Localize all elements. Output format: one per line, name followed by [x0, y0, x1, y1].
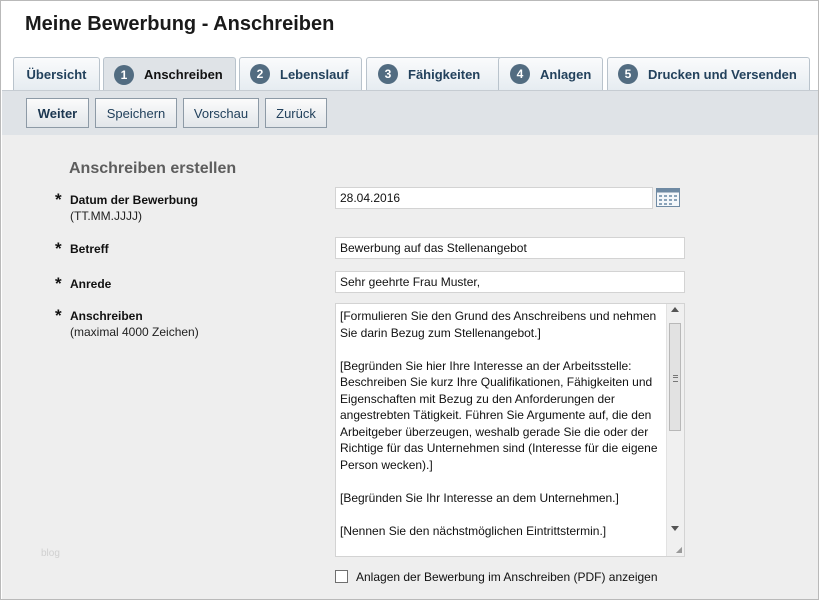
required-marker: * [55, 190, 62, 209]
next-button[interactable]: Weiter [26, 98, 89, 128]
date-label: Datum der Bewerbung [70, 193, 199, 207]
tab-label: Anlagen [540, 66, 592, 82]
tab-lebenslauf[interactable]: 2 Lebenslauf [239, 57, 362, 90]
step-number-badge: 5 [618, 64, 638, 84]
step-number-badge: 2 [250, 64, 270, 84]
tab-label: Drucken und Versenden [648, 66, 797, 82]
scroll-up-arrow-icon[interactable] [671, 307, 679, 312]
required-marker: * [55, 239, 62, 258]
app-window: Meine Bewerbung - Anschreiben Übersicht … [0, 0, 819, 600]
save-button[interactable]: Speichern [95, 98, 177, 128]
letter-length-hint: (maximal 4000 Zeichen) [70, 325, 199, 339]
watermark: blog [41, 548, 60, 559]
tab-label: Übersicht [26, 66, 87, 82]
tab-drucken-und-versenden[interactable]: 5 Drucken und Versenden [607, 57, 810, 90]
attachments-checkbox-label[interactable]: Anlagen der Bewerbung im Anschreiben (PD… [356, 570, 658, 584]
back-button[interactable]: Zurück [265, 98, 327, 128]
subject-label: Betreff [70, 242, 109, 256]
textarea-scrollbar[interactable] [666, 304, 684, 556]
date-field[interactable]: 28.04.2016 [335, 187, 653, 209]
tab-anlagen[interactable]: 4 Anlagen [498, 57, 603, 90]
tab-label: Lebenslauf [280, 66, 349, 82]
subject-field[interactable]: Bewerbung auf das Stellenangebot [335, 237, 685, 259]
resize-handle-icon[interactable]: ◢ [676, 546, 682, 554]
required-marker: * [55, 274, 62, 293]
salutation-label: Anrede [70, 277, 112, 291]
step-number-badge: 1 [114, 64, 134, 85]
letter-label: Anschreiben [70, 309, 143, 323]
tab-label: Anschreiben [144, 67, 223, 82]
grip-icon [673, 375, 678, 382]
salutation-field[interactable]: Sehr geehrte Frau Muster, [335, 271, 685, 293]
tab-faehigkeiten[interactable]: 3 Fähigkeiten [366, 57, 502, 90]
tab-uebersicht[interactable]: Übersicht [13, 57, 100, 90]
scroll-down-arrow-icon[interactable] [671, 526, 679, 531]
page-title: Meine Bewerbung - Anschreiben [25, 13, 335, 35]
tab-anschreiben[interactable]: 1 Anschreiben [103, 57, 236, 91]
preview-button[interactable]: Vorschau [183, 98, 259, 128]
step-number-badge: 4 [510, 64, 530, 84]
section-title: Anschreiben erstellen [69, 160, 237, 177]
tab-label: Fähigkeiten [408, 66, 481, 82]
letter-textarea[interactable]: [Formulieren Sie den Grund des Anschreib… [335, 303, 685, 557]
required-marker: * [55, 306, 62, 325]
step-number-badge: 3 [378, 64, 398, 84]
toolbar: Weiter Speichern Vorschau Zurück [2, 90, 818, 135]
attachments-checkbox[interactable] [335, 570, 348, 583]
calendar-icon[interactable] [656, 188, 680, 207]
date-format-hint: (TT.MM.JJJJ) [70, 209, 142, 223]
scrollbar-thumb[interactable] [669, 323, 681, 431]
letter-text: [Formulieren Sie den Grund des Anschreib… [340, 309, 658, 538]
